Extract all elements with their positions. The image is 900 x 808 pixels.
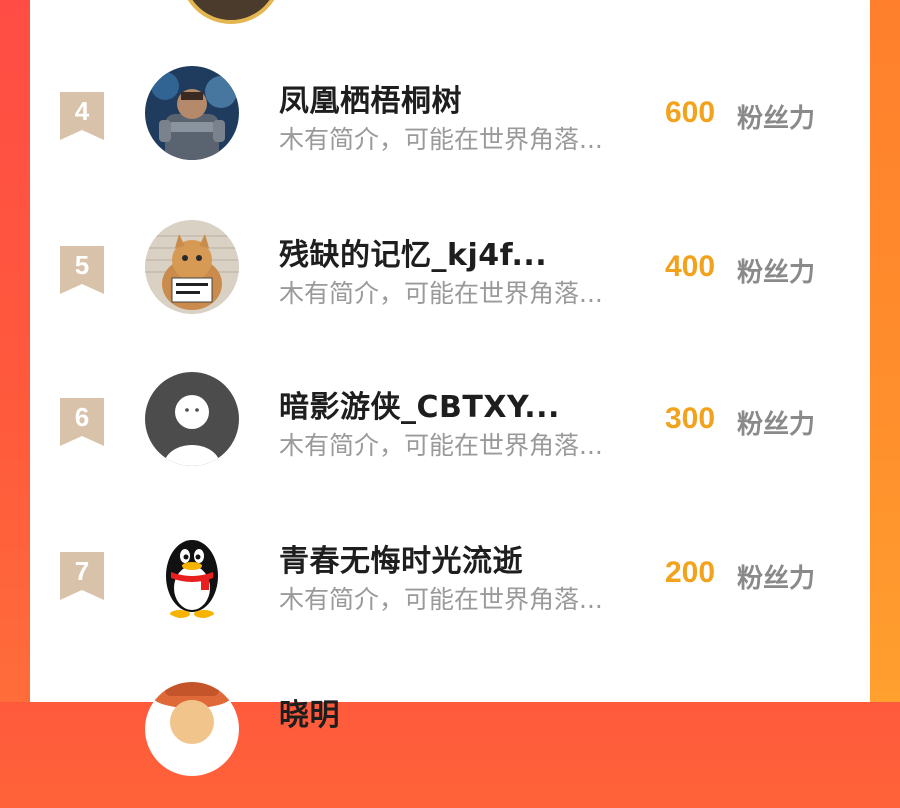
rank-badge: 7 [60, 552, 104, 600]
fan-score: 600 [665, 96, 716, 129]
cat-mugshot-avatar-icon[interactable] [145, 220, 239, 314]
fan-score: 200 [665, 556, 716, 589]
leaderboard-row[interactable]: 6 暗影游侠_CBTXY... 木有简介，可能在世界角落... 300 粉丝力 [30, 346, 870, 500]
previous-row-avatar [180, 0, 282, 24]
user-name[interactable]: 凤凰栖梧桐树 [279, 76, 462, 120]
fan-score-unit: 粉丝力 [737, 258, 816, 288]
rank-number: 7 [74, 556, 90, 586]
user-name[interactable]: 晓明 [279, 690, 340, 734]
rank-badge: 5 [60, 246, 104, 294]
user-bio: 木有简介，可能在世界角落... [279, 125, 603, 154]
user-bio: 木有简介，可能在世界角落... [279, 279, 603, 308]
user-name[interactable]: 暗影游侠_CBTXY... [279, 382, 560, 426]
rank-number: 4 [74, 96, 90, 126]
armored-warrior-avatar-icon[interactable] [145, 66, 239, 160]
fan-score-unit: 粉丝力 [737, 564, 816, 594]
default-user-avatar-icon[interactable] [145, 372, 239, 466]
fan-score-unit: 粉丝力 [737, 104, 816, 134]
leaderboard-row[interactable]: 晓明 [30, 654, 870, 808]
leaderboard-card: 4 凤凰栖梧桐树 木有简介，可能在世界角落... 600 粉丝力 5 残缺的记忆… [30, 0, 870, 776]
leaderboard-row[interactable]: 4 凤凰栖梧桐树 木有简介，可能在世界角落... 600 粉丝力 [30, 38, 870, 192]
background-left-edge [0, 0, 30, 702]
fan-score: 400 [665, 250, 716, 283]
user-name[interactable]: 残缺的记忆_kj4f... [279, 230, 547, 274]
user-bio: 木有简介，可能在世界角落... [279, 585, 603, 614]
cartoon-hat-avatar-icon[interactable] [145, 682, 239, 776]
background-right-edge [870, 0, 900, 702]
rank-number: 6 [74, 402, 90, 432]
user-name[interactable]: 青春无悔时光流逝 [279, 536, 523, 580]
leaderboard-row[interactable]: 7 青春无悔时光流逝 木有简介，可能在世界角落... 200 粉丝力 [30, 500, 870, 654]
rank-number: 5 [74, 250, 90, 280]
rank-badge: 4 [60, 92, 104, 140]
fan-score: 300 [665, 402, 716, 435]
fan-score-unit: 粉丝力 [737, 410, 816, 440]
qq-penguin-avatar-icon[interactable] [145, 526, 239, 620]
user-bio: 木有简介，可能在世界角落... [279, 431, 603, 460]
leaderboard-row[interactable]: 5 残缺的记忆_kj4f... 木有简介，可能在世界角落... 400 粉丝力 [30, 192, 870, 346]
rank-badge: 6 [60, 398, 104, 446]
